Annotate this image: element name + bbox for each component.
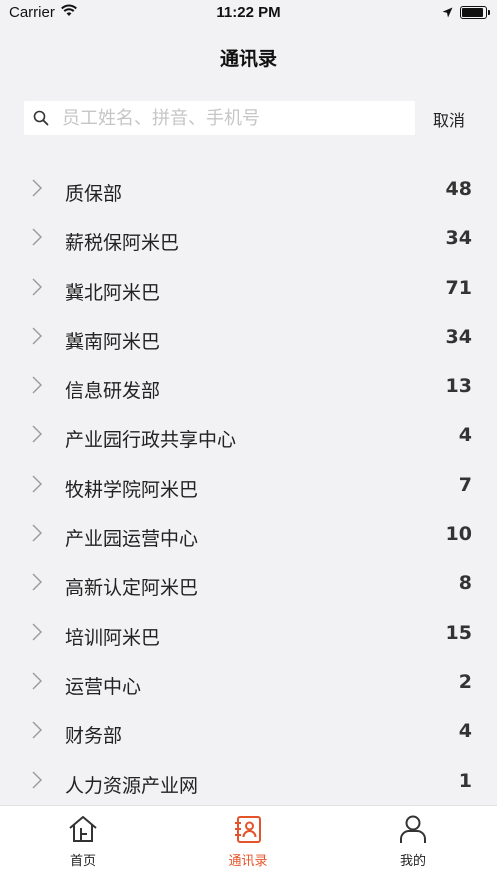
chevron-right-icon: [32, 573, 42, 595]
chevron-right-icon: [32, 425, 42, 447]
chevron-right-icon: [32, 623, 42, 645]
department-row[interactable]: 质保部 48: [0, 167, 497, 216]
department-row[interactable]: 冀南阿米巴 34: [0, 315, 497, 364]
chevron-right-icon: [32, 228, 42, 250]
chevron-right-icon: [32, 672, 42, 694]
search-box[interactable]: [24, 101, 415, 135]
tab-home-label: 首页: [69, 854, 96, 869]
search-input[interactable]: [62, 101, 407, 135]
status-time: 11:22 PM: [216, 4, 281, 21]
department-count: 34: [445, 227, 472, 250]
department-name: 产业园行政共享中心: [65, 429, 237, 452]
chevron-right-icon: [32, 376, 42, 398]
department-count: 1: [458, 769, 472, 792]
tab-home[interactable]: 首页: [33, 814, 133, 869]
department-count: 34: [445, 325, 472, 348]
department-count: 7: [458, 473, 472, 496]
department-name: 质保部: [65, 183, 123, 205]
department-row[interactable]: 高新认定阿米巴 8: [0, 561, 497, 610]
search-row: 取消: [24, 101, 474, 135]
person-icon: [397, 815, 429, 848]
battery-icon: [460, 6, 490, 19]
department-row[interactable]: 信息研发部 13: [0, 364, 497, 413]
department-count: 71: [445, 276, 472, 299]
chevron-right-icon: [32, 475, 42, 497]
department-name: 人力资源产业网: [65, 774, 199, 797]
department-row[interactable]: 产业园行政共享中心 4: [0, 413, 497, 462]
search-icon: [33, 110, 49, 130]
location-arrow-icon: [442, 5, 453, 22]
department-name: 运营中心: [65, 675, 142, 698]
contacts-icon: [232, 816, 264, 848]
department-name: 产业园运营中心: [65, 528, 199, 551]
department-name: 高新认定阿米巴: [65, 577, 199, 600]
department-row[interactable]: 冀北阿米巴 71: [0, 266, 497, 315]
department-count: 8: [458, 572, 472, 595]
department-name: 薪税保阿米巴: [65, 232, 180, 255]
department-name: 培训阿米巴: [65, 626, 161, 649]
chevron-right-icon: [32, 524, 42, 546]
chevron-right-icon: [32, 771, 42, 793]
department-row[interactable]: 运营中心 2: [0, 660, 497, 709]
department-count: 15: [445, 621, 472, 644]
department-row[interactable]: 薪税保阿米巴 34: [0, 216, 497, 265]
department-row[interactable]: 财务部 4: [0, 709, 497, 758]
chevron-right-icon: [32, 179, 42, 201]
department-count: 48: [445, 178, 472, 200]
page-title: 通讯录: [219, 48, 277, 70]
tab-mine-label: 我的: [399, 854, 426, 869]
department-count: 4: [458, 720, 472, 743]
home-icon: [67, 816, 99, 848]
department-count: 13: [445, 375, 472, 398]
cancel-button[interactable]: 取消: [433, 107, 465, 131]
department-count: 4: [458, 424, 472, 447]
department-row[interactable]: 牧耕学院阿米巴 7: [0, 463, 497, 512]
department-name: 冀南阿米巴: [65, 330, 161, 353]
department-row[interactable]: 培训阿米巴 15: [0, 611, 497, 660]
tab-contacts[interactable]: 通讯录: [198, 814, 298, 869]
department-count: 10: [445, 523, 472, 546]
department-row[interactable]: 人力资源产业网 1: [0, 759, 497, 808]
tab-contacts-label: 通讯录: [228, 854, 268, 869]
status-bar: Carrier 11:22 PM: [0, 0, 497, 28]
chevron-right-icon: [32, 278, 42, 300]
department-count: 2: [458, 670, 472, 693]
department-name: 冀北阿米巴: [65, 281, 161, 304]
tab-mine[interactable]: 我的: [363, 814, 463, 869]
department-row[interactable]: 产业园运营中心 10: [0, 512, 497, 561]
chevron-right-icon: [32, 327, 42, 349]
department-list: 质保部 48 薪税保阿米巴 34 冀北阿米巴 71 冀南阿米巴 34 信息研发部 13 产业园行政共…: [0, 167, 497, 808]
tab-bar: 首页 通讯录 我的: [0, 805, 497, 883]
chevron-right-icon: [32, 721, 42, 743]
department-name: 财务部: [65, 725, 123, 748]
department-name: 信息研发部: [65, 380, 161, 403]
department-name: 牧耕学院阿米巴: [65, 478, 199, 501]
